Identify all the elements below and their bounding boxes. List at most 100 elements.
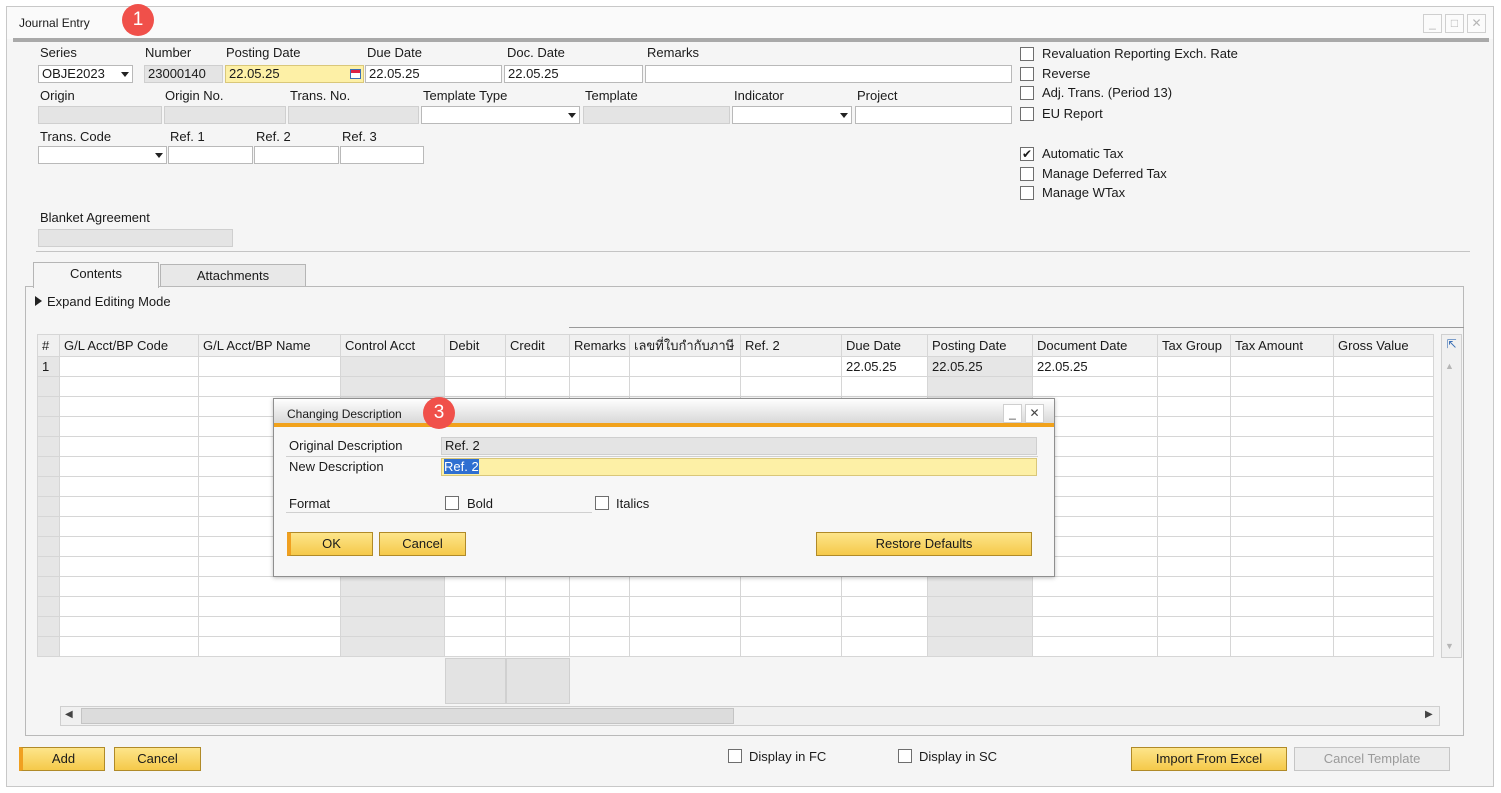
expand-triangle-icon[interactable] <box>35 296 42 306</box>
cell[interactable] <box>59 556 199 577</box>
cell[interactable] <box>1157 496 1231 517</box>
cell[interactable] <box>198 616 341 637</box>
col-control-acct[interactable]: Control Acct <box>340 334 445 357</box>
cell[interactable] <box>1157 396 1231 417</box>
grid-horizontal-scrollbar[interactable]: ◀ ▶ <box>60 706 1440 726</box>
cell[interactable] <box>1333 596 1434 617</box>
table-row[interactable] <box>37 596 1434 617</box>
cell[interactable] <box>1333 576 1434 597</box>
cell[interactable] <box>1032 596 1158 617</box>
posting-date-field[interactable]: 22.05.25 <box>225 65 364 83</box>
cell[interactable] <box>1333 636 1434 657</box>
table-row[interactable] <box>37 376 1434 397</box>
cell[interactable] <box>1157 536 1231 557</box>
table-row[interactable] <box>37 576 1434 597</box>
cell[interactable] <box>59 356 199 377</box>
cell[interactable] <box>740 616 842 637</box>
cell[interactable] <box>59 396 199 417</box>
cell[interactable] <box>1230 496 1334 517</box>
cell[interactable] <box>1157 556 1231 577</box>
cell[interactable] <box>629 596 741 617</box>
cell[interactable] <box>841 376 928 397</box>
cell[interactable] <box>198 356 341 377</box>
scroll-up-icon[interactable]: ▲ <box>1445 361 1454 371</box>
display-sc-checkbox[interactable] <box>898 749 912 763</box>
reverse-checkbox[interactable] <box>1020 67 1034 81</box>
col-debit[interactable]: Debit <box>444 334 506 357</box>
maximize-button[interactable]: □ <box>1445 14 1464 33</box>
cell[interactable] <box>740 596 842 617</box>
cell[interactable] <box>740 636 842 657</box>
cell[interactable] <box>444 576 506 597</box>
col-gl-name[interactable]: G/L Acct/BP Name <box>198 334 341 357</box>
cell[interactable] <box>444 356 506 377</box>
restore-defaults-button[interactable]: Restore Defaults <box>816 532 1032 556</box>
cell[interactable] <box>1333 436 1434 457</box>
due-date-field[interactable]: 22.05.25 <box>365 65 502 83</box>
cell[interactable] <box>569 576 630 597</box>
cell[interactable] <box>740 576 842 597</box>
cell[interactable] <box>59 616 199 637</box>
ref3-field[interactable] <box>340 146 424 164</box>
cell[interactable] <box>1333 456 1434 477</box>
add-button[interactable]: Add <box>19 747 105 771</box>
cell[interactable] <box>569 636 630 657</box>
cell[interactable] <box>629 576 741 597</box>
series-select[interactable]: OBJE2023 <box>38 65 133 83</box>
col-num[interactable]: # <box>37 334 60 357</box>
cell[interactable] <box>841 596 928 617</box>
cell[interactable] <box>1230 596 1334 617</box>
cell[interactable] <box>1230 616 1334 637</box>
cell[interactable] <box>1230 516 1334 537</box>
col-tax-amount[interactable]: Tax Amount <box>1230 334 1334 357</box>
cell[interactable] <box>629 356 741 377</box>
cell[interactable] <box>1230 396 1334 417</box>
cell[interactable] <box>444 636 506 657</box>
cell[interactable] <box>841 636 928 657</box>
eu-report-checkbox[interactable] <box>1020 107 1034 121</box>
expand-grid-icon[interactable]: ⇱ <box>1444 337 1459 352</box>
tab-contents[interactable]: Contents <box>33 262 159 288</box>
cell[interactable] <box>1032 576 1158 597</box>
cell[interactable] <box>505 636 570 657</box>
cell[interactable] <box>444 376 506 397</box>
cell[interactable] <box>59 436 199 457</box>
cell[interactable] <box>569 616 630 637</box>
cell[interactable] <box>841 616 928 637</box>
cell[interactable] <box>841 576 928 597</box>
deferred-tax-checkbox[interactable] <box>1020 167 1034 181</box>
cell-due-date[interactable]: 22.05.25 <box>841 356 928 377</box>
cell[interactable] <box>59 596 199 617</box>
trans-code-select[interactable] <box>38 146 167 164</box>
indicator-select[interactable] <box>732 106 852 124</box>
col-ref2[interactable]: Ref. 2 <box>740 334 842 357</box>
col-remarks[interactable]: Remarks <box>569 334 630 357</box>
cell[interactable] <box>59 516 199 537</box>
cell[interactable] <box>444 616 506 637</box>
table-row[interactable]: 1 22.05.25 22.05.25 22.05.25 <box>37 356 1434 377</box>
col-tax-invoice-no[interactable]: เลขที่ใบกำกับภาษี <box>629 334 741 357</box>
dialog-cancel-button[interactable]: Cancel <box>379 532 466 556</box>
cell[interactable] <box>505 376 570 397</box>
dialog-close-button[interactable]: ✕ <box>1025 404 1044 423</box>
cell[interactable] <box>198 636 341 657</box>
import-from-excel-button[interactable]: Import From Excel <box>1131 747 1287 771</box>
cell[interactable] <box>569 596 630 617</box>
doc-date-field[interactable]: 22.05.25 <box>504 65 643 83</box>
cell[interactable] <box>444 596 506 617</box>
cell[interactable] <box>59 416 199 437</box>
display-fc-checkbox[interactable] <box>728 749 742 763</box>
cell[interactable] <box>1157 636 1231 657</box>
col-document-date[interactable]: Document Date <box>1032 334 1158 357</box>
dialog-ok-button[interactable]: OK <box>287 532 373 556</box>
cell[interactable] <box>505 356 570 377</box>
cell[interactable] <box>1157 416 1231 437</box>
cell[interactable] <box>59 456 199 477</box>
table-row[interactable] <box>37 616 1434 637</box>
cell[interactable] <box>1157 456 1231 477</box>
cell[interactable] <box>59 476 199 497</box>
col-tax-group[interactable]: Tax Group <box>1157 334 1231 357</box>
table-row[interactable] <box>37 636 1434 657</box>
cell[interactable] <box>569 356 630 377</box>
cell[interactable] <box>1230 556 1334 577</box>
